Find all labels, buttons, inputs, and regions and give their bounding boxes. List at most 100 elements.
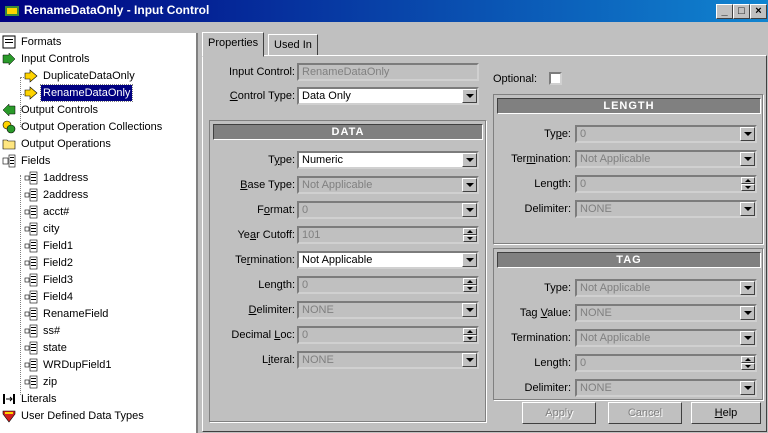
tree-item[interactable]: DuplicateDataOnly	[24, 68, 137, 84]
tree-item-label: Output Operations	[21, 138, 111, 150]
tag-termination-label: Termination:	[511, 332, 571, 344]
tree-item-label: Literals	[21, 393, 57, 405]
tree-item[interactable]: Literals	[2, 391, 58, 407]
field-icon	[24, 273, 38, 287]
tab-used-in[interactable]: Used In	[268, 34, 318, 56]
data-section-header: DATA	[213, 124, 483, 140]
tree-item-label: ss#	[43, 325, 61, 337]
tree-item-label: acct#	[43, 206, 70, 218]
length-group	[493, 94, 763, 244]
length-spinner: 0	[297, 276, 479, 294]
chevron-down-icon	[740, 306, 755, 320]
tree-item[interactable]: Formats	[2, 34, 63, 50]
optional-label: Optional:	[493, 73, 538, 85]
tree-item[interactable]: Field4	[24, 289, 75, 305]
chevron-down-icon[interactable]	[462, 89, 477, 103]
tag-length-spinner: 0	[575, 354, 757, 372]
chevron-down-icon[interactable]	[462, 153, 477, 167]
tree-item[interactable]: WRDupField1	[24, 357, 113, 373]
data-type-dropdown[interactable]: Numeric	[297, 151, 479, 169]
tree-item[interactable]: Field3	[24, 272, 75, 288]
tree-item[interactable]: RenameDataOnly	[24, 84, 134, 102]
tree-item-label: Output Controls	[21, 104, 99, 116]
tree-item-label: 2address	[43, 189, 89, 201]
termination-dropdown[interactable]: Not Applicable	[297, 251, 479, 269]
tree-item[interactable]: Field1	[24, 238, 75, 254]
tree-item[interactable]: 2address	[24, 187, 90, 203]
chevron-down-icon	[740, 152, 755, 166]
tree-item[interactable]: city	[24, 221, 62, 237]
tree-item[interactable]: Output Operation Collections	[2, 119, 164, 135]
tree-item[interactable]: ss#	[24, 323, 62, 339]
maximize-button[interactable]: □	[733, 4, 750, 19]
spinner-arrows-icon	[463, 328, 477, 342]
spinner-arrows-icon	[463, 278, 477, 292]
tag-delimiter-label: Delimiter:	[524, 382, 571, 394]
delimiter-label: Delimiter:	[248, 304, 295, 316]
tree-item[interactable]: state	[24, 340, 69, 356]
tree-item[interactable]: User Defined Data Types	[2, 408, 146, 424]
field-icon	[24, 290, 38, 304]
length-length-spinner: 0	[575, 175, 757, 193]
tree-item-label: Field1	[43, 240, 73, 252]
tree-item[interactable]: Field2	[24, 255, 75, 271]
tree-connector	[20, 175, 21, 395]
tab-content: Input Control: RenameDataOnly Control Ty…	[202, 55, 767, 432]
tree-item[interactable]: Output Operations	[2, 136, 113, 152]
fields-icon	[2, 154, 16, 168]
minimize-button[interactable]: _	[716, 4, 733, 19]
base-type-dropdown: Not Applicable	[297, 176, 479, 194]
length-delimiter-dropdown: NONE	[575, 200, 757, 218]
length-delimiter-label: Delimiter:	[524, 203, 571, 215]
chevron-down-icon	[462, 353, 477, 367]
chevron-down-icon[interactable]	[462, 253, 477, 267]
tag-delimiter-dropdown: NONE	[575, 379, 757, 397]
formats-icon	[2, 35, 16, 49]
tree-item-label: RenameDataOnly	[39, 84, 134, 102]
cancel-button[interactable]: Cancel	[608, 402, 682, 424]
tree-item[interactable]: Input Controls	[2, 51, 91, 67]
help-button[interactable]: Help	[691, 402, 761, 424]
app-icon	[5, 6, 19, 16]
tree-item[interactable]: zip	[24, 374, 59, 390]
tag-value-dropdown: NONE	[575, 304, 757, 322]
object-tree[interactable]: Formats Input Controls DuplicateDataOnly Re…	[0, 33, 198, 433]
tree-item-label: RenameField	[43, 308, 109, 320]
tree-item-label: Formats	[21, 36, 62, 48]
properties-panel: Properties Used In Input Control: Rename…	[198, 32, 768, 433]
tree-item[interactable]: acct#	[24, 204, 71, 220]
base-type-label: Base Type:	[240, 179, 295, 191]
spinner-arrows-icon	[741, 177, 755, 191]
field-icon	[24, 188, 38, 202]
length-length-label: Length:	[534, 178, 571, 190]
output-controls-icon	[2, 103, 16, 117]
field-icon	[24, 358, 38, 372]
input-control-icon	[24, 86, 38, 100]
length-label: Length:	[258, 279, 295, 291]
tree-item[interactable]: Fields	[2, 153, 52, 169]
tab-properties[interactable]: Properties	[202, 32, 265, 57]
tag-type-dropdown: Not Applicable	[575, 279, 757, 297]
tree-item[interactable]: Output Controls	[2, 102, 100, 118]
close-button[interactable]: ×	[750, 4, 767, 19]
chevron-down-icon	[740, 381, 755, 395]
field-icon	[24, 171, 38, 185]
chevron-down-icon	[740, 202, 755, 216]
window-title: RenameDataOnly - Input Control	[24, 3, 210, 17]
chevron-down-icon	[462, 303, 477, 317]
tree-item-label: Field4	[43, 291, 73, 303]
tree-item-label: User Defined Data Types	[21, 410, 144, 422]
tree-item[interactable]: 1address	[24, 170, 90, 186]
delimiter-dropdown: NONE	[297, 301, 479, 319]
apply-button[interactable]: Apply	[522, 402, 596, 424]
optional-checkbox[interactable]	[549, 72, 562, 85]
control-type-dropdown[interactable]: Data Only	[297, 87, 479, 105]
tree-item-label: zip	[43, 376, 58, 388]
tree-item[interactable]: RenameField	[24, 306, 110, 322]
tree-item-label: state	[43, 342, 67, 354]
decimal-loc-spinner: 0	[297, 326, 479, 344]
field-icon	[24, 341, 38, 355]
tag-length-label: Length:	[534, 357, 571, 369]
input-control-label: Input Control:	[228, 66, 295, 78]
chevron-down-icon	[462, 203, 477, 217]
